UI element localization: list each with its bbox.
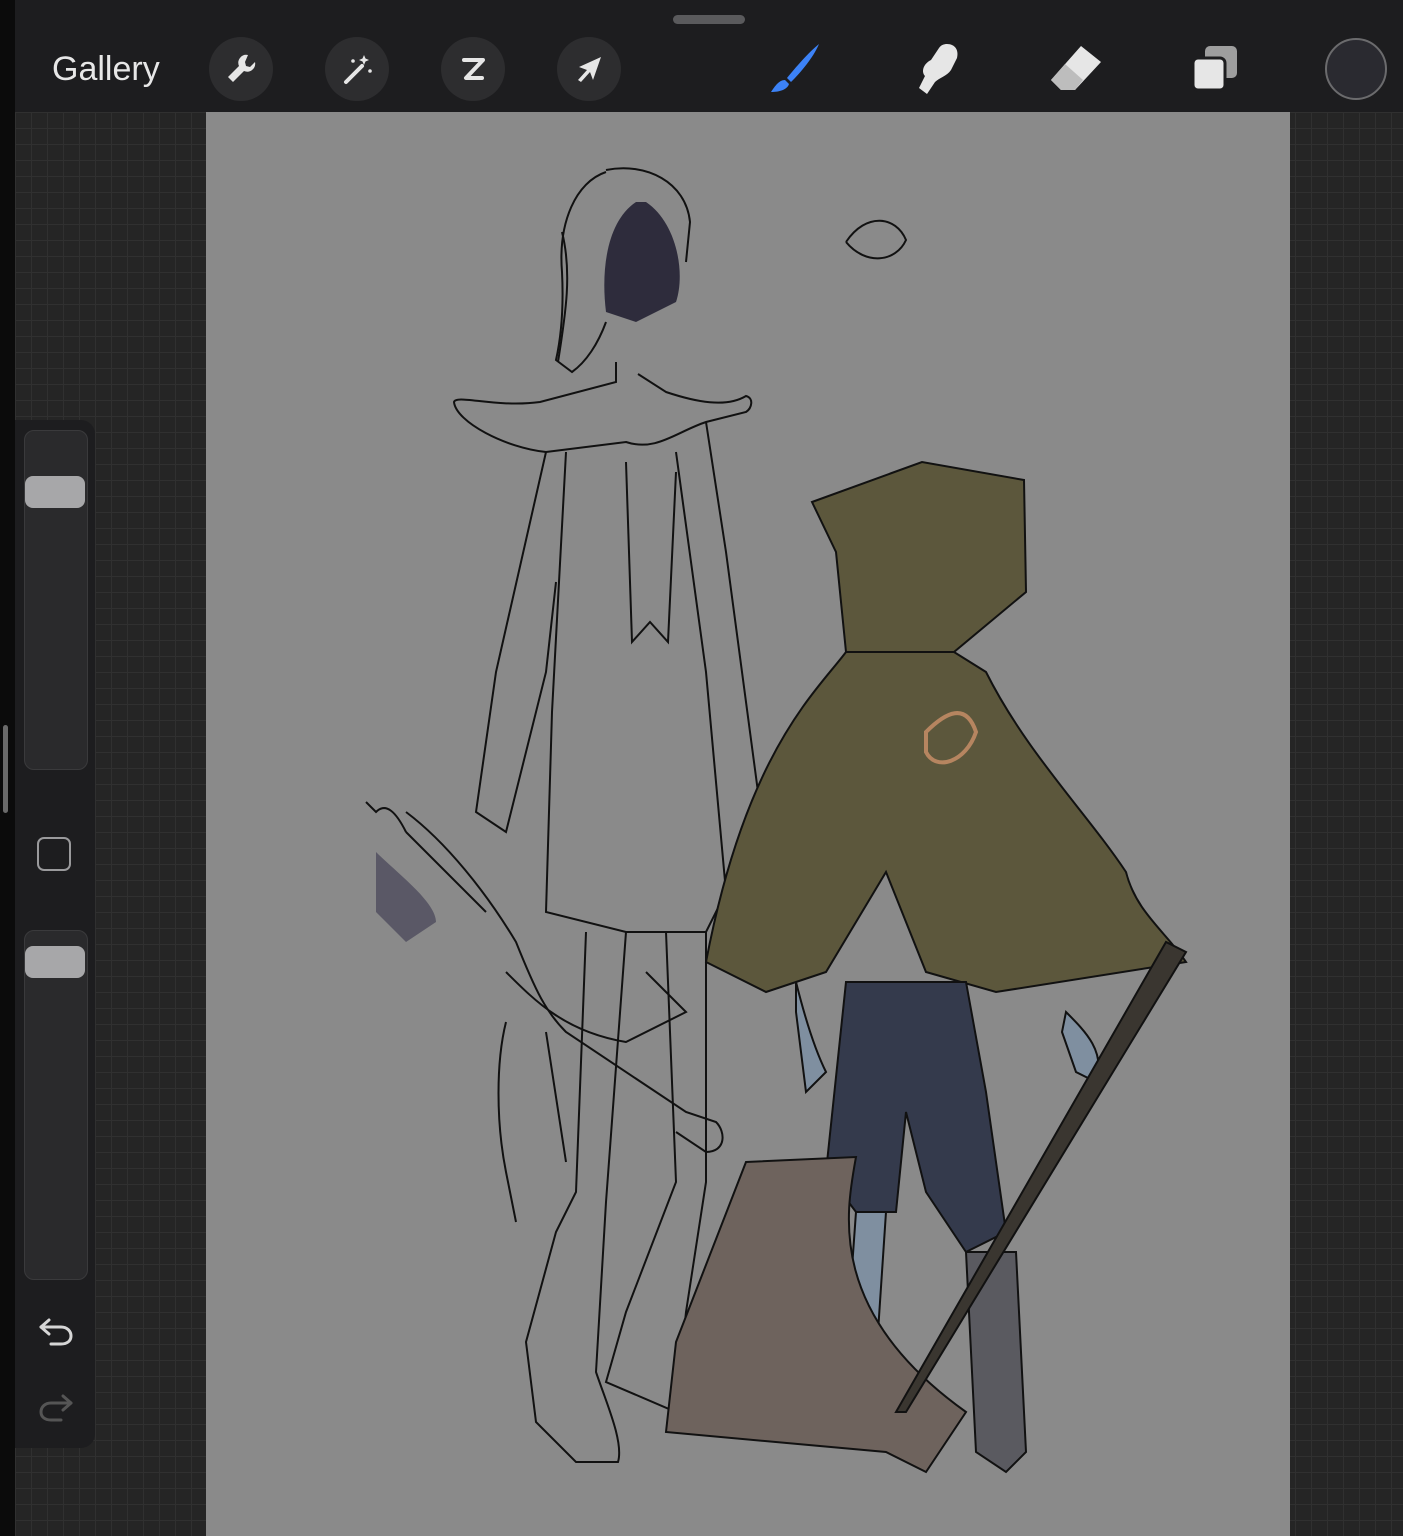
eraser-icon: [1051, 46, 1101, 90]
artwork: [365, 167, 1188, 1474]
hooded-figure: [664, 460, 1188, 1474]
brush-icon: [771, 44, 819, 92]
brush-size-thumb[interactable]: [25, 475, 85, 508]
transform-button[interactable]: [557, 37, 621, 101]
smudge-finger-icon: [919, 44, 958, 94]
opacity-thumb[interactable]: [25, 945, 85, 978]
undo-icon: [39, 1318, 73, 1346]
brush-tool-button[interactable]: [763, 36, 827, 100]
layers-button[interactable]: [1183, 36, 1247, 100]
gallery-button[interactable]: Gallery: [52, 46, 160, 92]
drawing-canvas[interactable]: [206, 112, 1290, 1536]
opacity-slider[interactable]: [24, 930, 88, 1280]
wrench-icon: [228, 54, 256, 82]
color-picker-swatch[interactable]: [1325, 38, 1387, 100]
left-hand-shape: [376, 852, 436, 942]
selection-s-icon: [462, 58, 485, 80]
sidebar-drag-grip[interactable]: [3, 725, 8, 813]
redo-icon: [39, 1394, 73, 1422]
layers-icon: [1191, 46, 1237, 92]
actions-button[interactable]: [209, 37, 273, 101]
modify-button[interactable]: [37, 837, 71, 871]
smudge-tool-button[interactable]: [903, 36, 967, 100]
redo-button[interactable]: [35, 1388, 77, 1424]
arrow-cursor-icon: [578, 57, 601, 82]
multitask-handle[interactable]: [673, 15, 745, 24]
brush-sidebar: [15, 420, 95, 1448]
selection-button[interactable]: [441, 37, 505, 101]
eraser-tool-button[interactable]: [1043, 36, 1107, 100]
undo-button[interactable]: [35, 1312, 77, 1348]
left-edge-strip: [0, 0, 15, 1536]
magic-wand-icon: [344, 55, 372, 84]
adjustments-button[interactable]: [325, 37, 389, 101]
left-face-mask: [604, 202, 680, 322]
top-toolbar: Gallery: [15, 0, 1403, 112]
